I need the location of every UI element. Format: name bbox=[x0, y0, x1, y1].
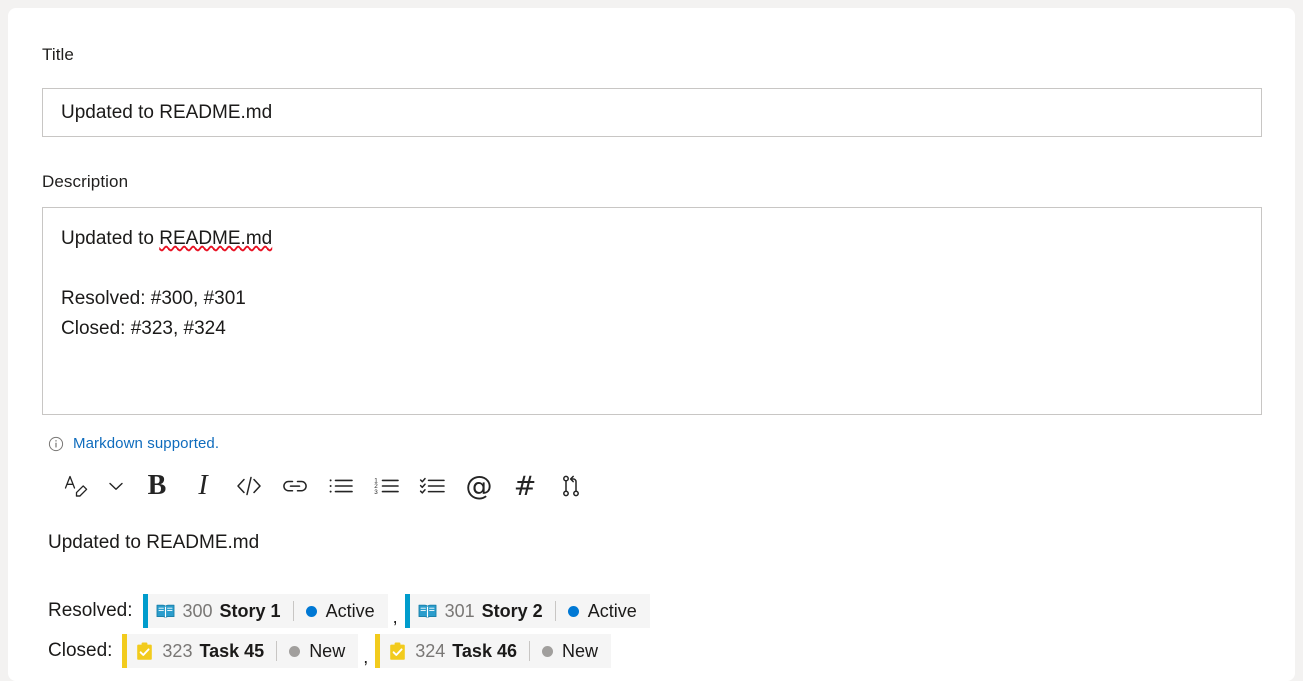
description-spellcheck-word: README.md bbox=[159, 228, 273, 249]
mention-label: @ bbox=[465, 470, 493, 502]
svg-text:3: 3 bbox=[374, 489, 378, 496]
work-item-id: 324 bbox=[415, 640, 446, 661]
chip-separator-comma: , bbox=[392, 607, 398, 627]
description-line-closed: Closed: #323, #324 bbox=[61, 318, 226, 339]
task-clipboard-check-icon bbox=[134, 641, 162, 662]
preview-heading: Updated to README.md bbox=[48, 532, 260, 553]
checklist-button[interactable] bbox=[410, 463, 456, 509]
italic-button[interactable]: I bbox=[180, 463, 226, 509]
link-button[interactable] bbox=[272, 463, 318, 509]
state-dot bbox=[305, 605, 317, 617]
description-editor[interactable]: Updated to README.md Resolved: #300, #30… bbox=[42, 207, 1262, 415]
work-item-title: Task 45 bbox=[199, 640, 265, 661]
user-story-book-icon bbox=[155, 601, 183, 622]
work-item-title: Story 1 bbox=[219, 600, 281, 621]
title-field-label: Title bbox=[42, 45, 74, 64]
italic-label: I bbox=[198, 470, 208, 501]
chevron-down-icon[interactable] bbox=[98, 463, 134, 509]
work-item-chip[interactable]: 324 Task 46 New bbox=[375, 634, 611, 668]
work-item-id: 323 bbox=[162, 640, 193, 661]
row-label-resolved: Resolved: bbox=[48, 600, 133, 621]
row-label-closed: Closed: bbox=[48, 640, 113, 661]
work-item-state: Active bbox=[587, 600, 637, 621]
chip-divider bbox=[554, 601, 556, 621]
chip-divider bbox=[276, 641, 278, 661]
font-style-icon[interactable] bbox=[52, 463, 98, 509]
title-input[interactable]: Updated to README.md bbox=[42, 88, 1262, 137]
work-item-id: 301 bbox=[444, 600, 475, 621]
user-story-book-icon bbox=[417, 601, 445, 622]
description-field-label: Description bbox=[42, 172, 129, 191]
markdown-supported-hint: Markdown supported. bbox=[48, 435, 219, 452]
work-item-state: Active bbox=[325, 600, 375, 621]
markdown-supported-link[interactable]: Markdown supported. bbox=[73, 435, 219, 452]
numbered-list-button[interactable]: 1 2 3 bbox=[364, 463, 410, 509]
work-item-state: New bbox=[561, 640, 598, 661]
description-line-1: Updated to README.md bbox=[61, 224, 1243, 254]
work-item-chip[interactable]: 301 Story 2 Active bbox=[404, 594, 650, 628]
chip-separator-comma: , bbox=[363, 647, 369, 667]
work-item-edit-panel: Title Updated to README.md Description U… bbox=[8, 8, 1295, 681]
work-item-title: Task 46 bbox=[452, 640, 517, 661]
state-dot bbox=[289, 645, 301, 657]
linked-work-items-preview: Resolved: 300 Story 1 Active , 301 Story… bbox=[48, 592, 650, 672]
task-clipboard-check-icon bbox=[387, 641, 415, 662]
bulleted-list-button[interactable] bbox=[318, 463, 364, 509]
work-item-chip[interactable]: 323 Task 45 New bbox=[122, 634, 359, 668]
work-item-id: 300 bbox=[182, 600, 213, 621]
preview-row-closed: Closed: 323 Task 45 New , 324 Task 46 Ne… bbox=[48, 632, 650, 670]
work-item-state: New bbox=[309, 640, 346, 661]
description-blank-line bbox=[61, 254, 1243, 284]
description-text-prefix: Updated to bbox=[61, 228, 160, 249]
chip-divider bbox=[292, 601, 294, 621]
state-dot bbox=[567, 605, 579, 617]
work-item-chip[interactable]: 300 Story 1 Active bbox=[142, 594, 388, 628]
state-dot bbox=[541, 645, 553, 657]
preview-row-resolved: Resolved: 300 Story 1 Active , 301 Story… bbox=[48, 592, 650, 630]
bold-label: B bbox=[147, 470, 167, 501]
description-line-resolved: Resolved: #300, #301 bbox=[61, 288, 246, 309]
code-button[interactable] bbox=[226, 463, 272, 509]
markdown-toolbar: B I 1 2 3 @ # bbox=[52, 463, 594, 509]
mention-button[interactable]: @ bbox=[456, 463, 502, 509]
hashtag-label: # bbox=[513, 470, 537, 502]
bold-button[interactable]: B bbox=[134, 463, 180, 509]
work-item-title: Story 2 bbox=[481, 600, 543, 621]
chip-divider bbox=[528, 641, 530, 661]
hashtag-button[interactable]: # bbox=[502, 463, 548, 509]
info-circle-icon bbox=[48, 436, 64, 452]
pull-request-button[interactable] bbox=[548, 463, 594, 509]
